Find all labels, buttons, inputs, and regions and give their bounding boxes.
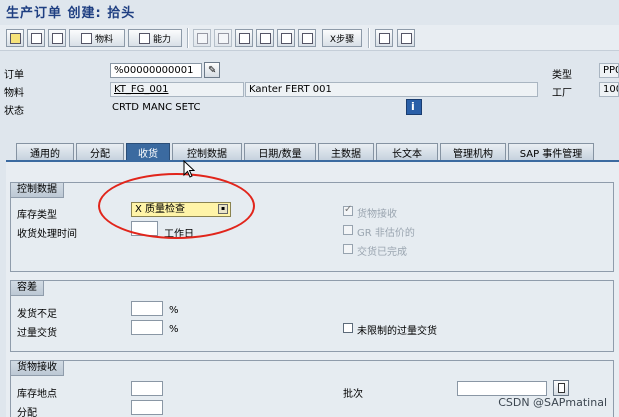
order-field[interactable]: %00000000001 [110, 63, 202, 78]
list-button[interactable] [48, 29, 66, 47]
disabled-tool-button-1[interactable] [193, 29, 211, 47]
tab-master-data[interactable]: 主数据 [318, 143, 374, 160]
distribution-field[interactable] [131, 400, 163, 415]
tolerance-title: 容差 [11, 281, 44, 296]
goods-receipt-checkbox[interactable] [343, 204, 353, 216]
disabled-tool-button-2[interactable] [214, 29, 232, 47]
copy-button[interactable] [277, 29, 295, 47]
tool-icon [217, 32, 229, 44]
material-field[interactable]: KT_FG_001 [110, 82, 244, 97]
create-document-icon [558, 383, 565, 393]
hierarchy-button[interactable] [256, 29, 274, 47]
tolerance-group: 容差 发货不足 % 过量交货 % 未限制的过量交货 [10, 280, 614, 352]
overview-button[interactable] [27, 29, 45, 47]
tab-general[interactable]: 通用的 [16, 143, 74, 160]
capacity-button[interactable]: 能力 [128, 29, 182, 47]
unlimited-overdelivery-checkbox[interactable] [343, 323, 353, 333]
gr-nonvalued-checkbox[interactable] [343, 225, 353, 235]
capacity-icon [138, 32, 150, 44]
stock-type-label: 库存类型 [17, 210, 57, 221]
tab-dates-quantities[interactable]: 日期/数量 [244, 143, 316, 160]
tab-sap-event-management[interactable]: SAP 事件管理 [508, 143, 594, 160]
pencil-icon: ✎ [208, 65, 217, 76]
tree-icon [400, 32, 412, 44]
tab-content: 控制数据 库存类型 X 质量检查 ▪ 收货处理时间 工作日 货物接收 GR 非估… [6, 160, 619, 417]
document-icon [30, 32, 42, 44]
material-label: 物料 [4, 88, 24, 99]
display-change-button[interactable] [6, 29, 24, 47]
distribution-label: 分配 [17, 408, 37, 417]
steps-button[interactable]: X步骤 [322, 29, 362, 47]
tree-button[interactable] [397, 29, 415, 47]
plant-field[interactable]: 100 [599, 82, 619, 97]
order-label: 订单 [4, 70, 24, 81]
component-icon [238, 32, 250, 44]
grid-button[interactable] [375, 29, 393, 47]
batch-label: 批次 [343, 389, 363, 400]
status-label: 状态 [4, 106, 24, 117]
underdelivery-percent: % [169, 305, 179, 316]
watermark-text: CSDN @SAPmatinal [498, 396, 607, 409]
highlight-oval [98, 173, 255, 239]
overdelivery-percent: % [169, 324, 179, 335]
material-button[interactable]: 物料 [69, 29, 125, 47]
tab-control-data[interactable]: 控制数据 [172, 143, 242, 160]
gr-nonvalued-label: GR 非估价的 [357, 228, 415, 239]
tab-administration[interactable]: 管理机构 [440, 143, 506, 160]
tab-goods-receipt[interactable]: 收货 [126, 143, 170, 160]
delivery-completed-checkbox[interactable] [343, 244, 353, 254]
tab-assignment[interactable]: 分配 [76, 143, 124, 160]
mouse-cursor-icon [183, 160, 195, 178]
status-value: CRTD MANC SETC [112, 102, 201, 113]
control-data-title: 控制数据 [11, 183, 64, 198]
unlimited-overdelivery-label: 未限制的过量交货 [357, 326, 437, 337]
tab-long-text[interactable]: 长文本 [376, 143, 438, 160]
copy-icon [280, 32, 292, 44]
storage-location-label: 库存地点 [17, 389, 57, 400]
type-field[interactable]: PP0 [599, 63, 619, 78]
plant-label: 工厂 [552, 88, 572, 99]
status-info-button[interactable]: i [406, 99, 422, 115]
title-bar: 生产订单 创建: 拾头 [0, 0, 619, 25]
goods-receipt-label: 货物接收 [357, 209, 397, 220]
batch-field[interactable] [457, 381, 547, 396]
pencil-glasses-icon [9, 32, 21, 44]
application-toolbar: 物料 能力 X步骤 [0, 25, 619, 51]
overdelivery-label: 过量交货 [17, 328, 57, 339]
toolbar-separator [187, 28, 189, 48]
tool-icon [196, 32, 208, 44]
tab-strip: 通用的 分配 收货 控制数据 日期/数量 主数据 长文本 管理机构 SAP 事件… [6, 143, 619, 160]
gr-time-label: 收货处理时间 [17, 229, 77, 240]
list-icon [51, 32, 63, 44]
delivery-completed-label: 交货已完成 [357, 247, 407, 258]
material-description: Kanter FERT 001 [245, 82, 538, 97]
underdelivery-label: 发货不足 [17, 309, 57, 320]
sequence-icon [301, 32, 313, 44]
batch-create-button[interactable] [553, 380, 569, 396]
overdelivery-field[interactable] [131, 320, 163, 335]
edit-order-button[interactable]: ✎ [204, 62, 220, 78]
sequence-button[interactable] [298, 29, 316, 47]
grid-icon [378, 32, 390, 44]
goods-receipt-title: 货物接收 [11, 361, 64, 376]
underdelivery-field[interactable] [131, 301, 163, 316]
type-label: 类型 [552, 70, 572, 81]
storage-location-field[interactable] [131, 381, 163, 396]
page-title: 生产订单 创建: 拾头 [6, 6, 136, 21]
material-icon [80, 32, 92, 44]
hierarchy-icon [259, 32, 271, 44]
toolbar-separator [368, 28, 370, 48]
info-icon: i [411, 100, 415, 113]
component-button[interactable] [235, 29, 253, 47]
